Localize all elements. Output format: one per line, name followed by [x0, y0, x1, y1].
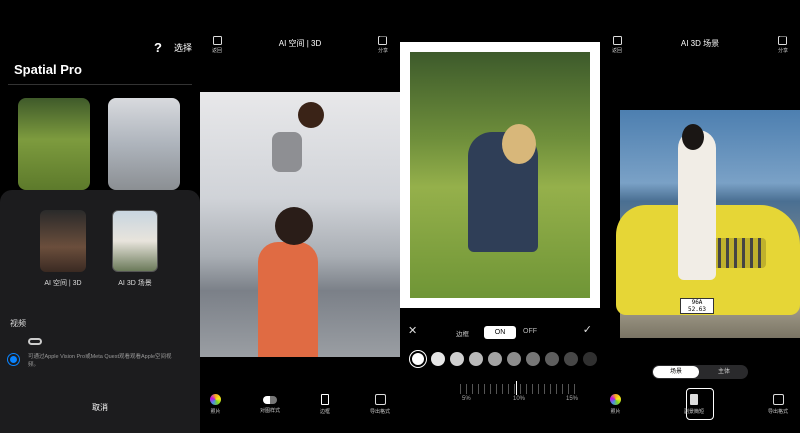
child-figure [272, 132, 302, 172]
radio-button[interactable] [10, 356, 17, 363]
frame-controls: ✕ 边框 ON OFF ✓ [400, 323, 600, 341]
toolbar-background[interactable]: 副景簡短 [684, 394, 704, 415]
color-swatch[interactable] [564, 352, 578, 366]
color-swatch[interactable] [450, 352, 464, 366]
toolbar-label: 导出格式 [370, 409, 391, 415]
cancel-button[interactable]: 取消 [0, 402, 200, 413]
page-title: AI 空间 | 3D [278, 39, 322, 48]
option-ai-spatial-3d[interactable]: AI 空间 | 3D [37, 210, 89, 288]
panel-ai-3d-scene: 返回 AI 3D 场景 分享 96A 52.63 场景 主体 照片 副景簡短 导… [600, 0, 800, 433]
share-label: 分享 [377, 48, 388, 54]
close-icon[interactable]: ✕ [408, 324, 417, 337]
bottom-sheet: AI 空间 | 3D AI 3D 场景 视频 可通过Apple Vision P… [0, 190, 200, 433]
share-icon [778, 36, 788, 45]
toolbar-label: 边框 [320, 409, 331, 415]
photo-preview [410, 52, 590, 298]
scale-label: 5% [462, 396, 471, 402]
scale-label: 15% [566, 396, 579, 402]
toolbar-export[interactable]: 导出格式 [768, 394, 788, 415]
description-text: 可通过Apple Vision Pro或Meta Quest观看观看Apple空… [28, 354, 172, 368]
child-head [298, 102, 324, 128]
background-icon [690, 394, 698, 405]
color-swatch[interactable] [526, 352, 540, 366]
off-toggle[interactable]: OFF [523, 328, 537, 335]
select-button[interactable]: 选择 [174, 41, 192, 54]
toolbar-photos[interactable]: 照片 [210, 394, 221, 415]
photo-preview: 96A 52.63 [616, 110, 800, 338]
tab-scene[interactable]: 场景 [653, 366, 699, 378]
framed-photo [400, 42, 600, 308]
bottom-toolbar: 照片 副景簡短 导出格式 [600, 394, 800, 424]
option-preview [112, 210, 158, 272]
header: 返回 AI 3D 场景 分享 [600, 36, 800, 56]
adult-figure [258, 242, 318, 357]
color-swatch[interactable] [410, 351, 426, 367]
panel-frame-editor: ✕ 边框 ON OFF ✓ 5% 10% 15% [400, 0, 600, 433]
color-swatch[interactable] [583, 352, 597, 366]
top-actions: ? 选择 [154, 40, 192, 55]
width-slider[interactable] [460, 381, 580, 395]
panel-mode-picker: ? 选择 Spatial Pro AI 空间 | 3D AI 3D 场景 视频 … [0, 0, 200, 433]
photo-preview [200, 92, 400, 357]
frame-label: 边框 [456, 331, 469, 338]
toolbar-label: 副景簡短 [684, 409, 705, 415]
share-button[interactable]: 分享 [778, 36, 788, 54]
on-toggle[interactable]: ON [484, 326, 516, 339]
toolbar-frame[interactable]: 边框 [320, 394, 330, 415]
toolbar-style[interactable]: 对图样式 [260, 394, 280, 414]
color-swatch[interactable] [431, 352, 445, 366]
toolbar-label: 对图样式 [260, 408, 281, 414]
section-label-video: 视频 [10, 319, 26, 328]
option-preview [40, 210, 86, 272]
photos-icon [210, 394, 221, 405]
color-swatch[interactable] [488, 352, 502, 366]
slider-indicator[interactable] [516, 381, 517, 395]
help-icon[interactable]: ? [154, 40, 162, 55]
page-title: AI 3D 场景 [680, 39, 720, 48]
photos-icon [610, 394, 621, 405]
toolbar-label: 照片 [610, 409, 621, 415]
toolbar-export[interactable]: 导出格式 [370, 394, 390, 415]
export-icon [374, 394, 386, 405]
car-grill [710, 238, 766, 268]
vr-headset-icon [28, 338, 42, 345]
photo-thumbnail-beach[interactable] [108, 98, 180, 190]
divider [8, 84, 192, 85]
license-plate: 96A 52.63 [680, 298, 714, 314]
export-icon [772, 394, 784, 405]
option-label: AI 空间 | 3D [44, 280, 82, 287]
option-ai-3d-scene[interactable]: AI 3D 场景 [109, 210, 161, 288]
toolbar-label: 照片 [210, 409, 221, 415]
tab-subject[interactable]: 主体 [701, 366, 747, 378]
share-button[interactable]: 分享 [378, 36, 388, 54]
toolbar-label: 导出格式 [768, 409, 789, 415]
bottom-toolbar: 照片 对图样式 边框 导出格式 [200, 394, 400, 424]
woman-figure [678, 130, 716, 280]
confirm-icon[interactable]: ✓ [583, 323, 592, 336]
scale-label: 10% [513, 396, 526, 402]
photo-thumbnail-field[interactable] [18, 98, 90, 190]
share-label: 分享 [777, 48, 788, 54]
adult-head [275, 207, 313, 245]
figure-hair [502, 124, 536, 164]
woman-head [682, 124, 704, 150]
toolbar-photos[interactable]: 照片 [610, 394, 621, 415]
scene-subject-toggle[interactable]: 场景 主体 [652, 365, 748, 379]
share-icon [378, 36, 388, 45]
panel-ai-spatial: 返回 AI 空间 | 3D 分享 照片 对图样式 边框 导出格式 [200, 0, 400, 433]
page-title: Spatial Pro [14, 62, 82, 77]
option-label: AI 3D 场景 [118, 280, 152, 287]
toggle-icon [263, 396, 277, 404]
color-swatch[interactable] [545, 352, 559, 366]
color-swatch[interactable] [507, 352, 521, 366]
frame-icon [321, 394, 329, 405]
color-swatches [410, 351, 597, 367]
header: 返回 AI 空间 | 3D 分享 [200, 36, 400, 56]
color-swatch[interactable] [469, 352, 483, 366]
